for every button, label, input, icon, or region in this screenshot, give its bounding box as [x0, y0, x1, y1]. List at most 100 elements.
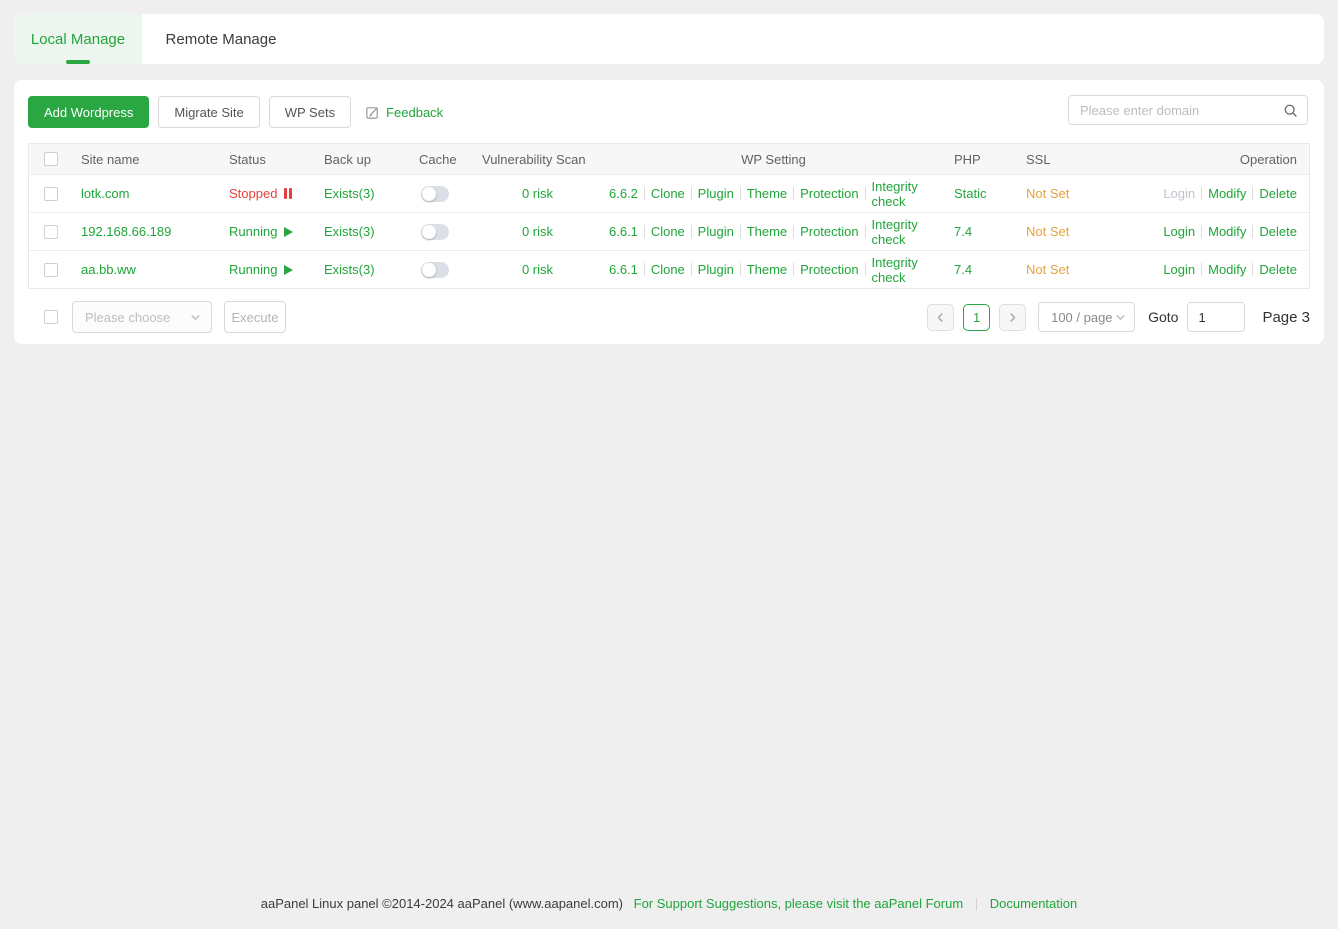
- main-panel: Add Wordpress Migrate Site WP Sets Feedb…: [14, 80, 1324, 344]
- ssl-link[interactable]: Not Set: [1026, 224, 1069, 239]
- theme-link[interactable]: Theme: [747, 186, 787, 201]
- wp-version: 6.6.1: [601, 262, 638, 277]
- edit-note-icon: [365, 105, 380, 120]
- delete-link[interactable]: Delete: [1259, 224, 1297, 239]
- status-label: Stopped: [229, 186, 277, 201]
- documentation-link[interactable]: Documentation: [990, 896, 1077, 911]
- divider: [740, 187, 741, 200]
- wp-setting-cell: 6.6.1 Clone Plugin Theme Protection Inte…: [601, 255, 946, 285]
- divider: [865, 187, 866, 200]
- delete-link[interactable]: Delete: [1259, 262, 1297, 277]
- page-1-button[interactable]: 1: [963, 304, 990, 331]
- protection-link[interactable]: Protection: [800, 186, 859, 201]
- feedback-button[interactable]: Feedback: [365, 105, 443, 120]
- header-cell-checkbox: [29, 152, 73, 166]
- site-name-link[interactable]: aa.bb.ww: [81, 262, 136, 277]
- chevron-down-icon: [190, 312, 201, 323]
- table-row: aa.bb.ww Running Exists(3) 0 risk 6.6.1 …: [29, 250, 1309, 288]
- modify-link[interactable]: Modify: [1208, 186, 1246, 201]
- divider: [740, 225, 741, 238]
- bulk-action-placeholder: Please choose: [85, 310, 170, 325]
- theme-link[interactable]: Theme: [747, 262, 787, 277]
- select-all-checkbox[interactable]: [44, 152, 58, 166]
- integrity-check-link[interactable]: Integrity check: [872, 255, 947, 285]
- php-version-link[interactable]: 7.4: [954, 224, 972, 239]
- footer: aaPanel Linux panel ©2014-2024 aaPanel (…: [0, 896, 1338, 911]
- login-link[interactable]: Login: [1163, 186, 1195, 201]
- modify-link[interactable]: Modify: [1208, 224, 1246, 239]
- clone-link[interactable]: Clone: [651, 186, 685, 201]
- ssl-link[interactable]: Not Set: [1026, 262, 1069, 277]
- prev-page-button[interactable]: [927, 304, 954, 331]
- divider: [1252, 225, 1253, 238]
- integrity-check-link[interactable]: Integrity check: [872, 179, 947, 209]
- feedback-label: Feedback: [386, 105, 443, 120]
- operation-cell: Login Modify Delete: [1161, 224, 1309, 239]
- add-wordpress-button[interactable]: Add Wordpress: [28, 96, 149, 128]
- divider: [1201, 225, 1202, 238]
- tab-remote-manage[interactable]: Remote Manage: [142, 14, 300, 64]
- site-name-link[interactable]: 192.168.66.189: [81, 224, 171, 239]
- vulnerability-link[interactable]: 0 risk: [522, 186, 553, 201]
- delete-link[interactable]: Delete: [1259, 186, 1297, 201]
- status-cell[interactable]: Running: [221, 262, 316, 277]
- header-php: PHP: [946, 152, 1018, 167]
- clone-link[interactable]: Clone: [651, 224, 685, 239]
- header-vulnerability-scan: Vulnerability Scan: [474, 152, 601, 167]
- login-link[interactable]: Login: [1163, 224, 1195, 239]
- cache-toggle[interactable]: [421, 186, 449, 202]
- backup-link[interactable]: Exists(3): [324, 224, 375, 239]
- plugin-link[interactable]: Plugin: [698, 262, 734, 277]
- login-link[interactable]: Login: [1163, 262, 1195, 277]
- plugin-link[interactable]: Plugin: [698, 224, 734, 239]
- execute-button[interactable]: Execute: [224, 301, 286, 333]
- pause-icon: [284, 188, 292, 199]
- php-version-link[interactable]: 7.4: [954, 262, 972, 277]
- header-backup: Back up: [316, 152, 411, 167]
- cache-toggle[interactable]: [421, 262, 449, 278]
- clone-link[interactable]: Clone: [651, 262, 685, 277]
- header-status: Status: [221, 152, 316, 167]
- divider: [793, 225, 794, 238]
- pagination: 1 100 / page Goto Page 3: [927, 302, 1310, 332]
- protection-link[interactable]: Protection: [800, 224, 859, 239]
- bulk-action-select[interactable]: Please choose: [72, 301, 212, 333]
- search-icon[interactable]: [1283, 103, 1298, 118]
- modify-link[interactable]: Modify: [1208, 262, 1246, 277]
- operation-cell: Login Modify Delete: [1161, 262, 1309, 277]
- protection-link[interactable]: Protection: [800, 262, 859, 277]
- sites-table: Site name Status Back up Cache Vulnerabi…: [28, 143, 1310, 289]
- divider: [691, 187, 692, 200]
- status-cell[interactable]: Stopped: [221, 186, 316, 201]
- divider: [793, 187, 794, 200]
- wp-version: 6.6.1: [601, 224, 638, 239]
- wp-sets-button[interactable]: WP Sets: [269, 96, 351, 128]
- next-page-button[interactable]: [999, 304, 1026, 331]
- tab-local-manage[interactable]: Local Manage: [14, 14, 142, 64]
- forum-link[interactable]: For Support Suggestions, please visit th…: [634, 896, 964, 911]
- row-checkbox[interactable]: [44, 187, 58, 201]
- cache-toggle[interactable]: [421, 224, 449, 240]
- divider: [793, 263, 794, 276]
- vulnerability-link[interactable]: 0 risk: [522, 262, 553, 277]
- plugin-link[interactable]: Plugin: [698, 186, 734, 201]
- backup-link[interactable]: Exists(3): [324, 262, 375, 277]
- page-size-select[interactable]: 100 / page: [1038, 302, 1135, 332]
- backup-link[interactable]: Exists(3): [324, 186, 375, 201]
- php-version-link[interactable]: Static: [954, 186, 987, 201]
- table-row: 192.168.66.189 Running Exists(3) 0 risk …: [29, 212, 1309, 250]
- play-icon: [284, 227, 293, 237]
- row-checkbox[interactable]: [44, 263, 58, 277]
- row-checkbox[interactable]: [44, 225, 58, 239]
- ssl-link[interactable]: Not Set: [1026, 186, 1069, 201]
- site-name-link[interactable]: lotk.com: [81, 186, 129, 201]
- bulk-select-checkbox[interactable]: [44, 310, 58, 324]
- integrity-check-link[interactable]: Integrity check: [872, 217, 947, 247]
- status-cell[interactable]: Running: [221, 224, 316, 239]
- goto-page-input[interactable]: [1187, 302, 1245, 332]
- divider: [1201, 263, 1202, 276]
- migrate-site-button[interactable]: Migrate Site: [158, 96, 259, 128]
- theme-link[interactable]: Theme: [747, 224, 787, 239]
- vulnerability-link[interactable]: 0 risk: [522, 224, 553, 239]
- domain-search-input[interactable]: [1069, 103, 1283, 118]
